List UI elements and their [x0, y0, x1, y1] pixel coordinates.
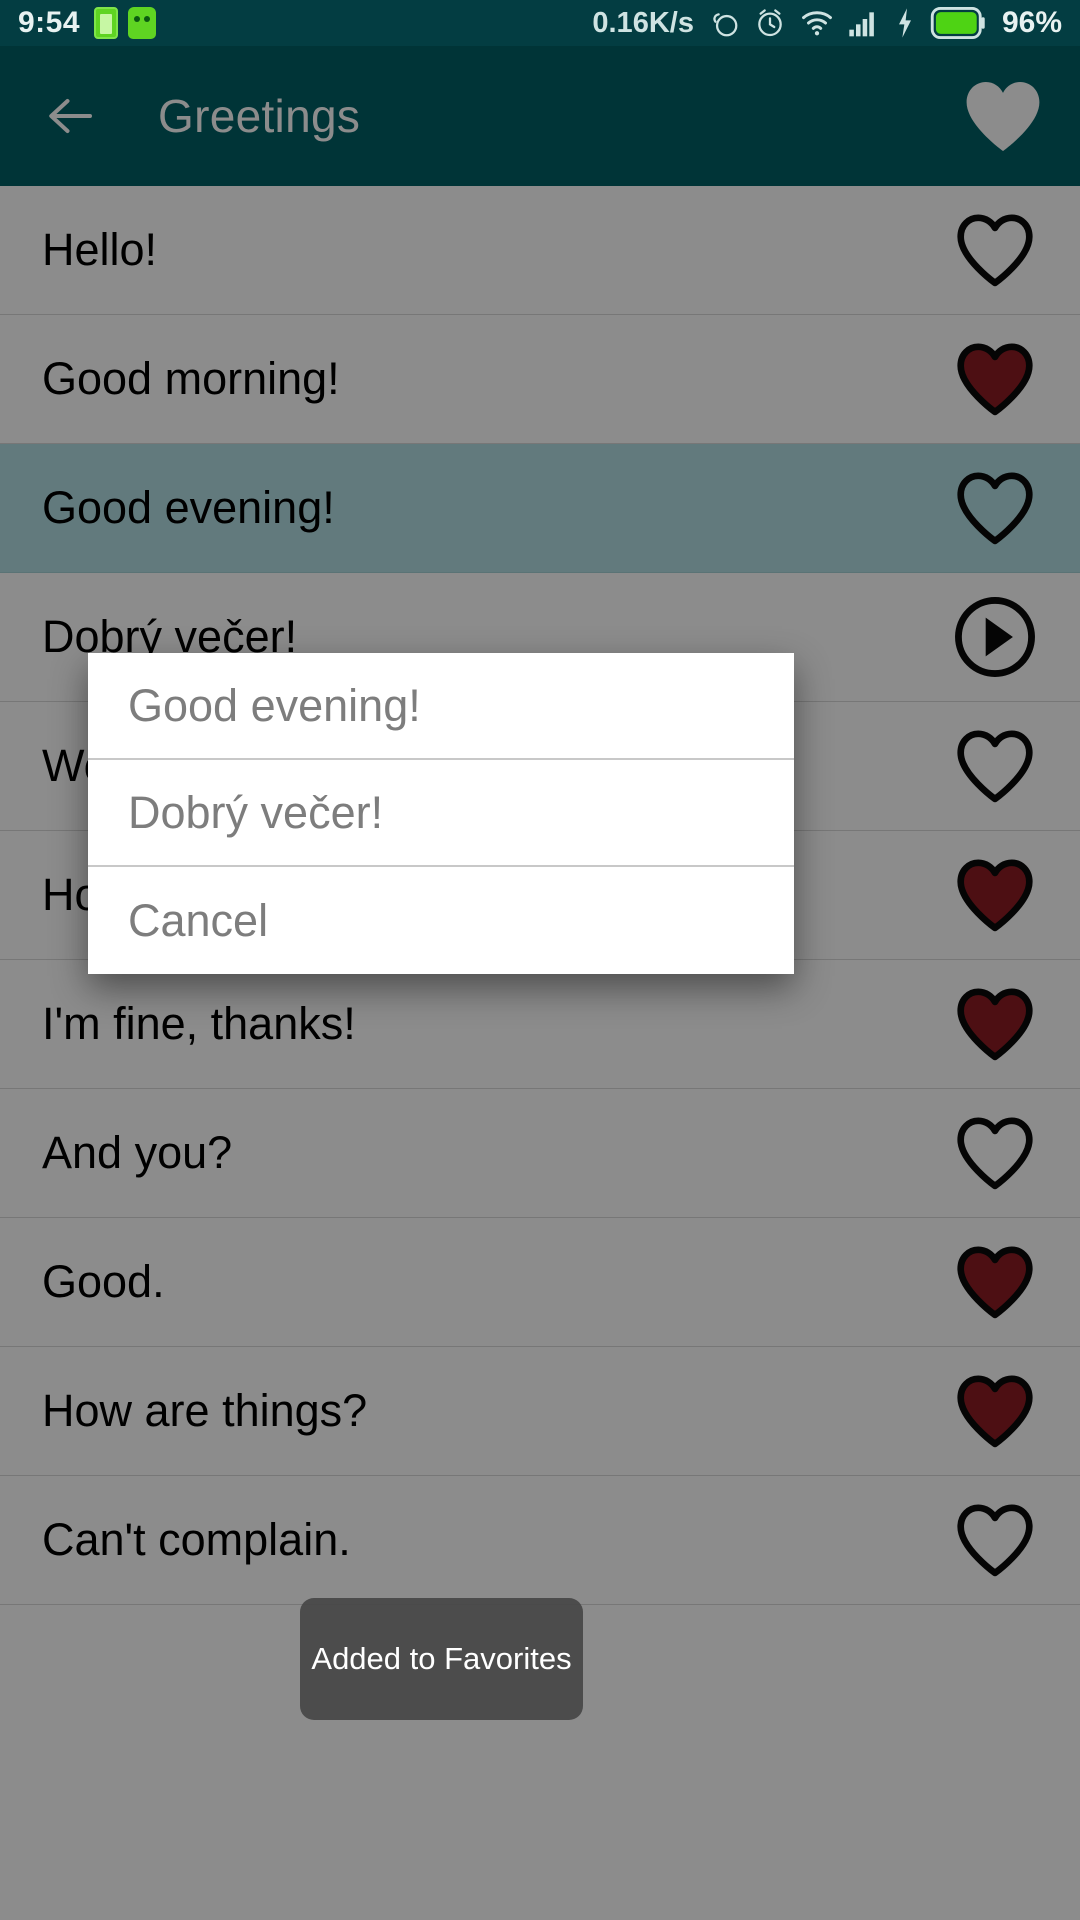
wifi-icon [802, 11, 832, 36]
toast-message: Added to Favorites [300, 1598, 583, 1720]
status-left-icons [94, 7, 157, 39]
rotation-icon [713, 13, 738, 37]
battery-icon [930, 7, 985, 39]
cell-signal-icon [849, 12, 874, 37]
network-speed: 0.16K/s [592, 6, 694, 39]
charging-bolt-icon [898, 8, 911, 38]
battery-small-icon [94, 7, 119, 39]
status-clock: 9:54 [18, 6, 81, 39]
alarm-clock-icon [758, 9, 782, 37]
dialog-item-source[interactable]: Good evening! [88, 653, 794, 760]
toast-text: Added to Favorites [311, 1641, 572, 1676]
status-bar: 9:54 0.16K/s 96% [0, 0, 1080, 46]
status-right-icons: 0.16K/s 96% [592, 6, 1062, 40]
android-robot-icon [128, 7, 157, 39]
dialog-item-translation[interactable]: Dobrý večer! [88, 760, 794, 867]
phrase-action-dialog: Good evening! Dobrý večer! Cancel [88, 653, 794, 974]
battery-percent: 96% [1001, 6, 1062, 39]
dialog-item-cancel[interactable]: Cancel [88, 867, 794, 974]
phone-screen: Hello! Good morning! Good evening! Dobrý ve… [0, 0, 1080, 1920]
